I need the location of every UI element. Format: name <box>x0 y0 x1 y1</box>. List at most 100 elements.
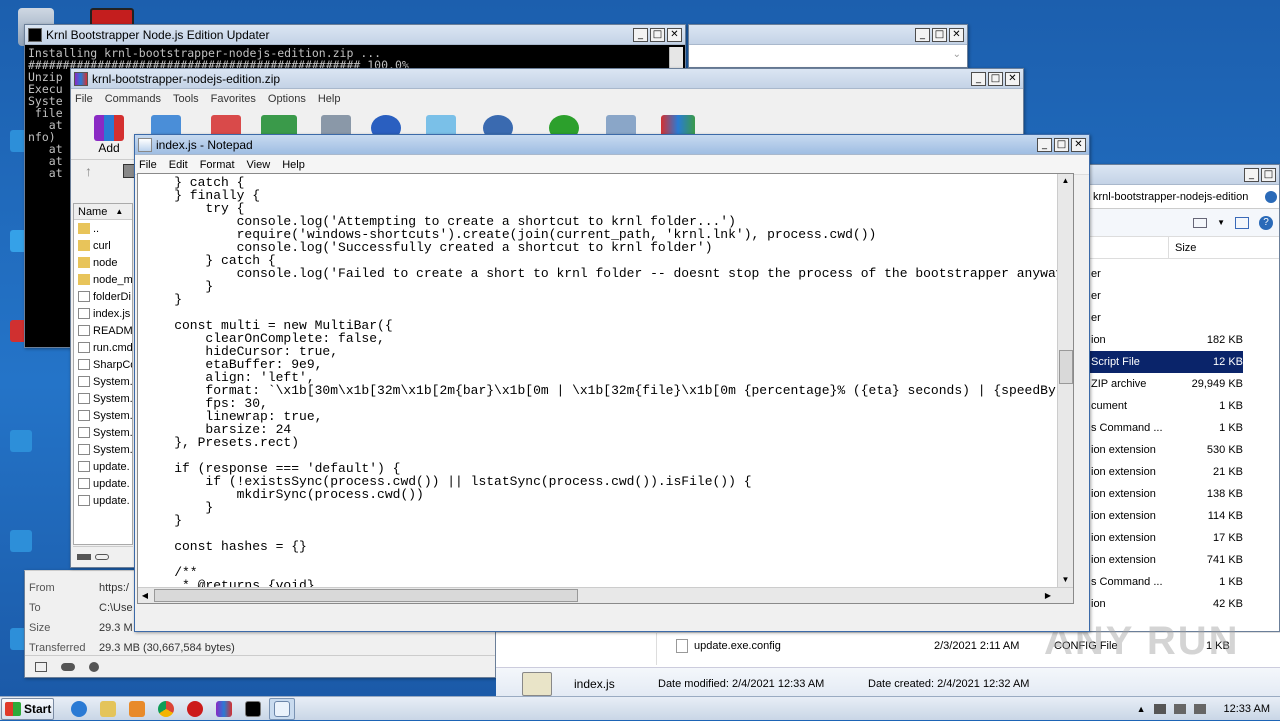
column-header-name[interactable]: Name ▲ <box>74 204 132 220</box>
explorer-titlebar[interactable]: _ □ <box>1089 165 1279 185</box>
list-item[interactable]: update. <box>74 492 132 509</box>
menu-item-favorites[interactable]: Favorites <box>211 93 256 105</box>
explorer-taskbar-icon[interactable] <box>95 698 121 720</box>
minimize-button[interactable]: _ <box>971 71 986 86</box>
notepad-titlebar[interactable]: index.js - Notepad _ □ ✕ <box>135 135 1089 155</box>
scroll-left-arrow[interactable]: ◀ <box>138 588 152 603</box>
scroll-thumb[interactable] <box>1059 350 1073 384</box>
horizontal-scrollbar[interactable]: ◀ ▶ <box>138 587 1073 603</box>
preview-pane-icon[interactable] <box>1235 216 1249 229</box>
search-icon[interactable] <box>1265 190 1277 203</box>
scroll-up-arrow[interactable]: ▲ <box>1058 174 1073 188</box>
menu-item-help[interactable]: Help <box>318 93 341 105</box>
menu-item-edit[interactable]: Edit <box>169 159 188 171</box>
table-row[interactable]: er <box>1089 307 1279 329</box>
table-row[interactable]: ZIP archive 29,949 KB <box>1089 373 1279 395</box>
table-row[interactable]: ion extension 530 KB <box>1089 439 1279 461</box>
console-titlebar[interactable]: Krnl Bootstrapper Node.js Edition Update… <box>25 25 685 45</box>
h-scroll-thumb[interactable] <box>154 589 578 602</box>
table-row[interactable]: ion 42 KB <box>1089 593 1279 615</box>
notepad-editor[interactable]: } catch { } finally { try { console.log(… <box>137 173 1074 604</box>
settings-icon[interactable] <box>89 661 99 672</box>
table-row[interactable]: ion extension 741 KB <box>1089 549 1279 571</box>
close-button[interactable]: ✕ <box>667 27 682 42</box>
desktop-shortcut-icon[interactable] <box>10 530 32 552</box>
address-bar[interactable]: krnl-bootstrapper-nodejs-edition <box>1089 185 1279 209</box>
background-window[interactable]: _ □ ✕ ⌄ <box>688 24 968 68</box>
table-row[interactable]: Script File 12 KB <box>1089 351 1243 373</box>
menu-item-commands[interactable]: Commands <box>105 93 161 105</box>
list-item[interactable]: System. <box>74 390 132 407</box>
menu-item-help[interactable]: Help <box>282 159 305 171</box>
menu-item-view[interactable]: View <box>247 159 271 171</box>
chevron-down-icon[interactable]: ⌄ <box>953 49 961 60</box>
list-item[interactable]: folderDi <box>74 288 132 305</box>
list-item[interactable]: READMI <box>74 322 132 339</box>
notepad-window[interactable]: index.js - Notepad _ □ ✕ File Edit Format V… <box>134 134 1090 632</box>
vertical-scrollbar[interactable]: ▲ ▼ <box>1057 174 1073 603</box>
list-item[interactable]: run.cmd <box>74 339 132 356</box>
start-button[interactable]: Start <box>1 697 54 720</box>
list-item[interactable]: System. <box>74 373 132 390</box>
desktop-shortcut-icon[interactable] <box>10 430 32 452</box>
list-item[interactable]: update. <box>74 458 132 475</box>
media-player-taskbar-icon[interactable] <box>124 698 150 720</box>
flag-icon[interactable] <box>1153 704 1166 714</box>
menu-item-format[interactable]: Format <box>200 159 235 171</box>
close-button[interactable]: ✕ <box>1071 137 1086 152</box>
notepad-content[interactable]: } catch { } finally { try { console.log(… <box>138 174 1073 603</box>
list-item[interactable]: update. <box>74 475 132 492</box>
window-icon[interactable] <box>35 661 47 672</box>
view-dropdown-icon[interactable]: ▼ <box>1217 218 1225 227</box>
table-row[interactable]: er <box>1089 263 1279 285</box>
list-item[interactable]: System. <box>74 441 132 458</box>
table-row[interactable]: cument 1 KB <box>1089 395 1279 417</box>
chrome-taskbar-icon[interactable] <box>153 698 179 720</box>
table-row[interactable]: s Command ... 1 KB <box>1089 417 1279 439</box>
maximize-button[interactable]: □ <box>1054 137 1069 152</box>
help-icon[interactable]: ? <box>1259 215 1273 230</box>
column-type[interactable] <box>1089 237 1169 258</box>
list-item[interactable]: curl <box>74 237 132 254</box>
scroll-down-arrow[interactable]: ▼ <box>1058 573 1073 587</box>
list-item[interactable]: System. <box>74 424 132 441</box>
minimize-button[interactable]: _ <box>915 27 930 42</box>
maximize-button[interactable]: □ <box>650 27 665 42</box>
minimize-button[interactable]: _ <box>1037 137 1052 152</box>
list-item[interactable]: System. <box>74 407 132 424</box>
opera-taskbar-icon[interactable] <box>182 698 208 720</box>
ie-taskbar-icon[interactable] <box>66 698 92 720</box>
table-row[interactable]: ion extension 17 KB <box>1089 527 1279 549</box>
tray-expand-icon[interactable]: ▲ <box>1137 704 1146 714</box>
list-item[interactable]: SharpCo <box>74 356 132 373</box>
notepad-taskbar-icon[interactable] <box>269 697 295 720</box>
background-window-titlebar[interactable]: _ □ ✕ <box>689 25 967 45</box>
maximize-button[interactable]: □ <box>1261 167 1276 182</box>
minimize-button[interactable]: _ <box>633 27 648 42</box>
table-row[interactable]: s Command ... 1 KB <box>1089 571 1279 593</box>
close-button[interactable]: ✕ <box>949 27 964 42</box>
minimize-button[interactable]: _ <box>1244 167 1259 182</box>
table-row[interactable]: er <box>1089 285 1279 307</box>
console-taskbar-icon[interactable] <box>240 698 266 720</box>
clock[interactable]: 12:33 AM <box>1224 703 1270 715</box>
maximize-button[interactable]: □ <box>932 27 947 42</box>
menu-item-tools[interactable]: Tools <box>173 93 199 105</box>
add-button[interactable]: Add <box>89 115 129 155</box>
maximize-button[interactable]: □ <box>988 71 1003 86</box>
winrar-titlebar[interactable]: krnl-bootstrapper-nodejs-edition.zip _ □… <box>71 69 1023 89</box>
list-item[interactable]: index.js <box>74 305 132 322</box>
table-row[interactable]: ion extension 114 KB <box>1089 505 1279 527</box>
column-size[interactable]: Size <box>1169 237 1196 258</box>
list-item[interactable]: .. <box>74 220 132 237</box>
table-row[interactable]: ion 182 KB <box>1089 329 1279 351</box>
close-button[interactable]: ✕ <box>1005 71 1020 86</box>
menu-item-file[interactable]: File <box>139 159 157 171</box>
menu-item-options[interactable]: Options <box>268 93 306 105</box>
explorer-window[interactable]: _ □ krnl-bootstrapper-nodejs-edition ▼ ?… <box>1088 164 1280 632</box>
table-row[interactable]: ion extension 21 KB <box>1089 461 1279 483</box>
up-arrow-icon[interactable]: ↑ <box>85 163 92 179</box>
cloud-icon[interactable] <box>61 662 75 671</box>
menu-item-file[interactable]: File <box>75 93 93 105</box>
volume-icon[interactable] <box>1193 704 1206 714</box>
